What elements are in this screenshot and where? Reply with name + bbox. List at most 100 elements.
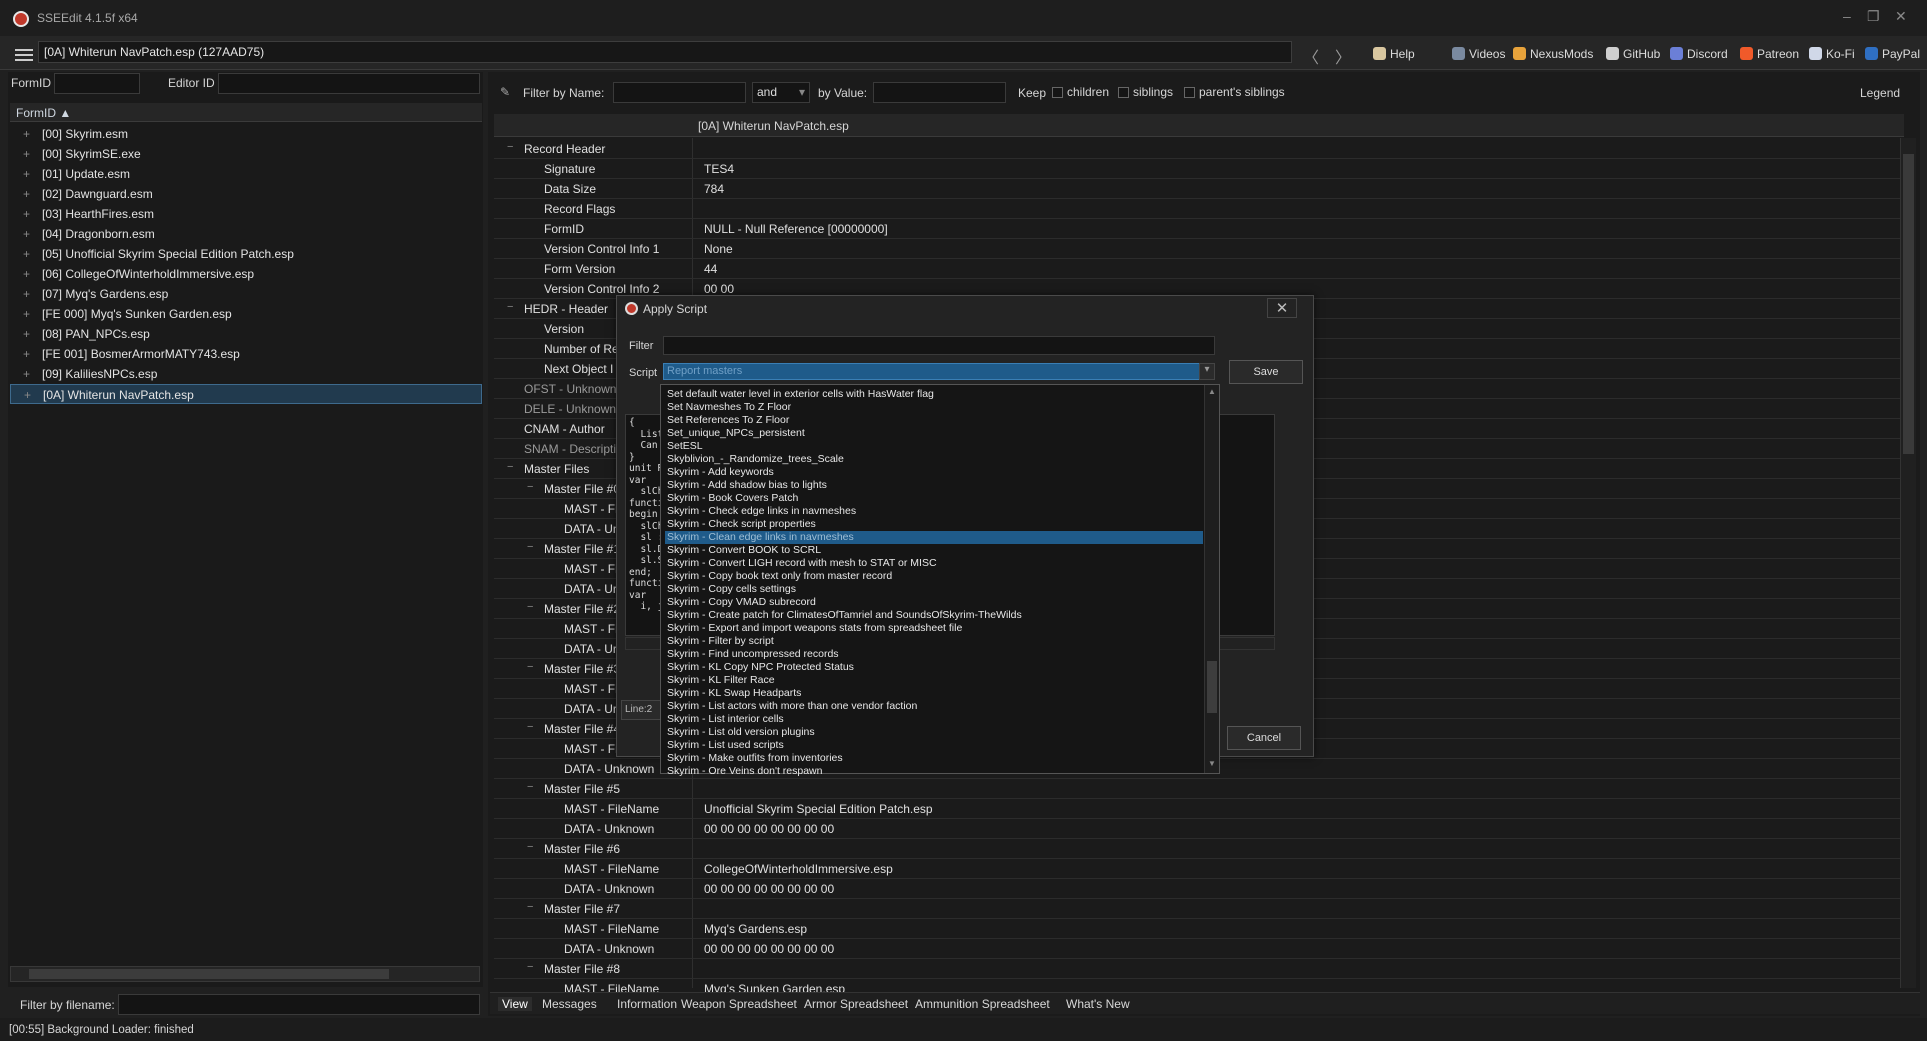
scroll-thumb[interactable] (29, 969, 389, 979)
dropdown-item[interactable]: Skyrim - Book Covers Patch (665, 492, 1203, 505)
collapse-icon[interactable]: − (527, 841, 533, 853)
dropdown-item[interactable]: Skyrim - List actors with more than one … (665, 700, 1203, 713)
expand-icon[interactable]: + (23, 124, 30, 144)
close-button[interactable]: ✕ (1895, 8, 1907, 25)
collapse-icon[interactable]: − (527, 601, 533, 613)
expand-icon[interactable]: + (23, 284, 30, 304)
script-dropdown-list[interactable]: Set default water level in exterior cell… (660, 384, 1220, 777)
filter-filename-input[interactable] (118, 994, 480, 1015)
tree-file-item[interactable]: + [FE 000] Myq's Sunken Garden.esp (10, 304, 482, 324)
collapse-icon[interactable]: − (527, 541, 533, 553)
collapse-icon[interactable]: − (507, 141, 513, 153)
script-select[interactable]: Report masters (663, 363, 1215, 380)
formid-input[interactable] (54, 73, 140, 94)
and-or-select[interactable]: and ▾ (752, 82, 810, 103)
tab-information[interactable]: Information (617, 997, 677, 1011)
checkbox-box[interactable] (1052, 87, 1063, 98)
expand-icon[interactable]: + (23, 344, 30, 364)
dropdown-item[interactable]: Set Navmeshes To Z Floor (665, 401, 1203, 414)
link-github[interactable]: GitHub (1606, 47, 1660, 61)
dropdown-item[interactable]: Skyrim - KL Swap Headparts (665, 687, 1203, 700)
link-paypal[interactable]: PayPal (1865, 47, 1920, 61)
siblings-checkbox[interactable]: siblings (1118, 85, 1173, 99)
save-button[interactable]: Save (1229, 360, 1303, 384)
minimize-button[interactable]: – (1843, 8, 1851, 24)
tree-file-item[interactable]: + [05] Unofficial Skyrim Special Edition … (10, 244, 482, 264)
expand-icon[interactable]: + (23, 244, 30, 264)
vertical-scrollbar[interactable] (1900, 138, 1916, 988)
horizontal-scrollbar[interactable] (10, 966, 480, 982)
dropdown-item[interactable]: Skyrim - List used scripts (665, 739, 1203, 752)
parents-siblings-checkbox[interactable]: parent's siblings (1184, 85, 1285, 99)
close-icon[interactable]: ✕ (1267, 298, 1297, 318)
record-path-field[interactable]: [0A] Whiterun NavPatch.esp (127AAD75) (38, 41, 1292, 63)
collapse-icon[interactable]: − (527, 961, 533, 973)
link-videos[interactable]: Videos (1452, 47, 1505, 61)
dropdown-item[interactable]: Skyrim - KL Copy NPC Protected Status (665, 661, 1203, 674)
formid-column-header[interactable]: FormID ▲ (16, 106, 71, 120)
link-discord[interactable]: Discord (1670, 47, 1728, 61)
tree-file-item[interactable]: + [01] Update.esm (10, 164, 482, 184)
collapse-icon[interactable]: − (527, 721, 533, 733)
dropdown-item[interactable]: Skyrim - Add shadow bias to lights (665, 479, 1203, 492)
scroll-up-icon[interactable]: ▲ (1205, 387, 1219, 396)
dropdown-item[interactable]: Skyrim - Filter by script (665, 635, 1203, 648)
children-checkbox[interactable]: children (1052, 85, 1109, 99)
dropdown-item[interactable]: Skyblivion_-_Randomize_trees_Scale (665, 453, 1203, 466)
tree-header[interactable]: FormID ▲ (10, 103, 482, 122)
forward-arrow-icon[interactable]: 〉 (1335, 44, 1351, 68)
collapse-icon[interactable]: − (527, 481, 533, 493)
dropdown-item[interactable]: Set_unique_NPCs_persistent (665, 427, 1203, 440)
tree-file-item[interactable]: + [06] CollegeOfWinterholdImmersive.esp (10, 264, 482, 284)
dropdown-item[interactable]: Skyrim - Check edge links in navmeshes (665, 505, 1203, 518)
scroll-thumb[interactable] (1903, 154, 1914, 454)
menu-icon[interactable] (15, 49, 33, 61)
dropdown-item[interactable]: Skyrim - Check script properties (665, 518, 1203, 531)
checkbox-box[interactable] (1118, 87, 1129, 98)
expand-icon[interactable]: + (23, 164, 30, 184)
expand-icon[interactable]: + (23, 304, 30, 324)
script-filter-input[interactable] (663, 336, 1215, 355)
dropdown-item[interactable]: Set default water level in exterior cell… (665, 388, 1203, 401)
link-help[interactable]: Help (1373, 47, 1415, 61)
expand-icon[interactable]: + (24, 385, 31, 405)
expand-icon[interactable]: + (23, 204, 30, 224)
collapse-icon[interactable]: − (527, 901, 533, 913)
dropdown-item[interactable]: Skyrim - KL Filter Race (665, 674, 1203, 687)
tab-armor-spreadsheet[interactable]: Armor Spreadsheet (804, 997, 908, 1011)
dropdown-item[interactable]: Skyrim - Create patch for ClimatesOfTamr… (665, 609, 1203, 622)
tree-file-item[interactable]: + [04] Dragonborn.esm (10, 224, 482, 244)
filter-name-input[interactable] (613, 82, 746, 103)
tab-weapon-spreadsheet[interactable]: Weapon Spreadsheet (681, 997, 797, 1011)
expand-icon[interactable]: + (23, 144, 30, 164)
expand-icon[interactable]: + (23, 224, 30, 244)
dropdown-item[interactable]: Skyrim - Copy VMAD subrecord (665, 596, 1203, 609)
dropdown-item[interactable]: Skyrim - Copy cells settings (665, 583, 1203, 596)
scroll-thumb[interactable] (1207, 661, 1217, 713)
tab-view[interactable]: View (498, 997, 532, 1011)
tab-messages[interactable]: Messages (542, 997, 597, 1011)
tree-file-item[interactable]: + [08] PAN_NPCs.esp (10, 324, 482, 344)
expand-icon[interactable]: + (23, 264, 30, 284)
scroll-down-icon[interactable]: ▼ (1205, 759, 1219, 768)
collapse-icon[interactable]: − (507, 461, 513, 473)
maximize-button[interactable]: ❐ (1867, 8, 1880, 25)
tree-file-item[interactable]: + [09] KaliliesNPCs.esp (10, 364, 482, 384)
dropdown-item[interactable]: Skyrim - Export and import weapons stats… (665, 622, 1203, 635)
tree-file-item[interactable]: + [00] Skyrim.esm (10, 124, 482, 144)
checkbox-box[interactable] (1184, 87, 1195, 98)
legend-button[interactable]: Legend (1860, 86, 1900, 100)
dropdown-item[interactable]: Set References To Z Floor (665, 414, 1203, 427)
dropdown-item[interactable]: Skyrim - Convert LIGH record with mesh t… (665, 557, 1203, 570)
tree-file-item[interactable]: + [02] Dawnguard.esm (10, 184, 482, 204)
dropdown-item[interactable]: Skyrim - Add keywords (665, 466, 1203, 479)
expand-icon[interactable]: + (23, 324, 30, 344)
tree-file-item[interactable]: + [07] Myq's Gardens.esp (10, 284, 482, 304)
chevron-down-icon[interactable]: ▾ (1199, 363, 1215, 380)
dropdown-item[interactable]: Skyrim - Clean edge links in navmeshes (665, 531, 1203, 544)
tree-file-item[interactable]: + [FE 001] BosmerArmorMATY743.esp (10, 344, 482, 364)
dropdown-item[interactable]: SetESL (665, 440, 1203, 453)
link-patreon[interactable]: Patreon (1740, 47, 1799, 61)
dropdown-item[interactable]: Skyrim - Copy book text only from master… (665, 570, 1203, 583)
expand-icon[interactable]: + (23, 364, 30, 384)
